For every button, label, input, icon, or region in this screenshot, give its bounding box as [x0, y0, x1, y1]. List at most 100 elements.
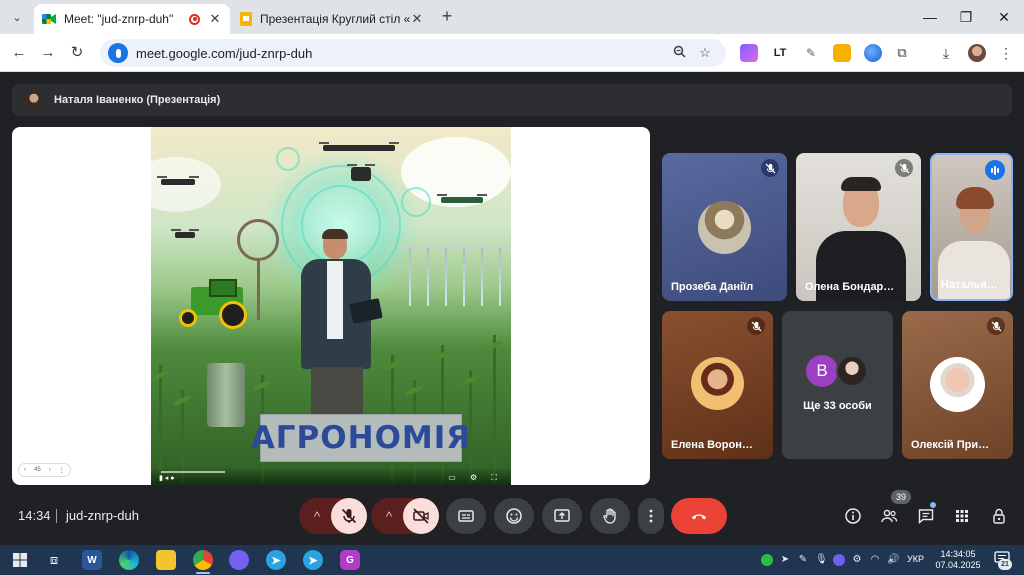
browser-tab-strip: ⌄ Meet: "jud-znrp-duh" ✕ Презентація Кру…: [0, 0, 1024, 34]
audio-options-chevron-icon[interactable]: ^: [307, 498, 327, 534]
task-view-icon[interactable]: ⧈: [44, 550, 64, 570]
extension-blue-dot-icon[interactable]: [864, 44, 882, 62]
reload-icon[interactable]: ↻: [66, 42, 88, 64]
irrigation-system: [401, 245, 511, 307]
speaking-indicator-icon: [985, 160, 1005, 180]
leave-call-button[interactable]: [671, 498, 727, 534]
mic-off-icon: [747, 317, 765, 335]
close-window-button[interactable]: ✕: [986, 6, 1022, 28]
captions-button[interactable]: [446, 498, 486, 534]
meeting-info-icon[interactable]: [842, 505, 864, 527]
wifi-icon[interactable]: ◠: [869, 554, 881, 566]
participant-tile-speaking[interactable]: Наталья…: [930, 153, 1013, 301]
video-options-chevron-icon[interactable]: ^: [379, 498, 399, 534]
omnibox[interactable]: meet.google.com/jud-znrp-duh ☆: [100, 39, 726, 67]
participant-avatar: [698, 201, 751, 254]
tray-viber-icon[interactable]: [833, 554, 845, 566]
tab-search-chevron-icon[interactable]: ⌄: [6, 6, 28, 28]
presenter-banner: Наталя Іваненко (Презентація): [12, 84, 1012, 116]
word-icon[interactable]: W: [82, 550, 102, 570]
mic-off-button[interactable]: [331, 498, 367, 534]
back-arrow-icon[interactable]: ←: [8, 42, 30, 64]
extension-pen-icon[interactable]: [740, 44, 758, 62]
zoom-more-icon[interactable]: ⋮: [59, 467, 65, 474]
meeting-code: jud-znrp-duh: [66, 508, 139, 523]
zoom-out-icon[interactable]: ‹: [24, 467, 26, 473]
participant-video-hair: [841, 177, 881, 191]
extension-lt-icon[interactable]: LT: [771, 44, 789, 62]
browser-menu-icon[interactable]: ⋮: [997, 44, 1015, 62]
tab-close-icon[interactable]: ✕: [410, 11, 424, 27]
canister: [207, 363, 245, 427]
more-avatar-initial: В: [806, 355, 838, 387]
participant-video-body: [938, 241, 1010, 299]
windows-start-icon[interactable]: [10, 550, 30, 570]
wind-turbine: [237, 219, 279, 320]
play-icon[interactable]: ▮ ◂ ●: [159, 474, 174, 482]
extension-note-icon[interactable]: [833, 44, 851, 62]
tray-clock-date: 07.04.2025: [935, 560, 981, 570]
more-options-button[interactable]: [638, 498, 664, 534]
chat-unread-dot: [930, 502, 936, 508]
chat-icon[interactable]: [915, 505, 937, 527]
camera-off-button[interactable]: [403, 498, 439, 534]
microphone-control: ^: [299, 498, 367, 534]
extensions-puzzle-icon[interactable]: ⧉: [893, 44, 911, 62]
download-icon[interactable]: ⤓: [937, 44, 955, 62]
url-text[interactable]: meet.google.com/jud-znrp-duh: [136, 46, 666, 61]
volume-icon[interactable]: 🔊: [887, 554, 899, 566]
telegram-icon[interactable]: ➤: [266, 550, 286, 570]
tray-settings-icon[interactable]: ⚙: [851, 554, 863, 566]
participant-tile[interactable]: Елена Ворон…: [662, 311, 773, 459]
emoji-reaction-button[interactable]: [494, 498, 534, 534]
drone: [319, 142, 399, 151]
restore-button[interactable]: ❐: [948, 6, 984, 28]
fullscreen-icon[interactable]: ▭ ⚙ ⛶: [448, 473, 503, 483]
raise-hand-button[interactable]: [590, 498, 630, 534]
participant-tile[interactable]: Прозеба Даніїл: [662, 153, 787, 301]
forward-arrow-icon[interactable]: →: [37, 42, 59, 64]
participant-tile[interactable]: Олена Бондар…: [796, 153, 921, 301]
slide-illustration: АГРОНОМІЯ ▮ ◂ ● ▭ ⚙ ⛶: [151, 127, 511, 485]
divider: [56, 509, 57, 523]
tray-clock[interactable]: 14:34:05 07.04.2025: [932, 549, 984, 571]
tray-microphone-icon[interactable]: 🎙: [815, 554, 828, 566]
telegram-icon-2[interactable]: ➤: [303, 550, 323, 570]
zoom-in-icon[interactable]: ›: [49, 467, 51, 473]
profile-avatar[interactable]: [968, 44, 986, 62]
edge-icon[interactable]: [119, 550, 139, 570]
tray-telegram-icon[interactable]: ➤: [779, 554, 791, 566]
participant-name: Наталья…: [941, 279, 998, 291]
more-participants-label: Ще 33 особи: [803, 400, 872, 412]
participant-tile[interactable]: Олексій При…: [902, 311, 1013, 459]
host-controls-lock-icon[interactable]: [988, 505, 1010, 527]
tray-green-icon[interactable]: [761, 554, 773, 566]
keyboard-language[interactable]: УКР: [907, 554, 924, 564]
windows-taskbar: ⧈ W ➤ ➤ G ➤ ✎ 🎙 ⚙ ◠ 🔊 УКР 14:34:05 07.04…: [0, 545, 1024, 575]
people-count-badge: 39: [891, 490, 911, 504]
slide-progress-bar[interactable]: [161, 471, 225, 473]
present-screen-button[interactable]: [542, 498, 582, 534]
app-g-icon[interactable]: G: [340, 550, 360, 570]
new-tab-button[interactable]: +: [436, 6, 458, 28]
tab-slides[interactable]: Презентація Круглий стіл «Мо ✕: [232, 4, 432, 34]
participant-name: Олексій При…: [911, 439, 990, 451]
more-participants-tile[interactable]: В Ще 33 особи: [782, 311, 893, 459]
minimize-button[interactable]: —: [912, 6, 948, 28]
file-explorer-icon[interactable]: [156, 550, 176, 570]
zoom-icon[interactable]: [666, 45, 692, 61]
hologram-ring: [276, 147, 300, 171]
more-avatar-photo: [836, 355, 868, 387]
people-icon[interactable]: [878, 505, 900, 527]
extension-brush-icon[interactable]: ✎: [802, 44, 820, 62]
tab-close-icon[interactable]: ✕: [208, 11, 222, 27]
viber-icon[interactable]: [229, 550, 249, 570]
tab-meet[interactable]: Meet: "jud-znrp-duh" ✕: [34, 4, 230, 34]
tray-pen-icon[interactable]: ✎: [797, 554, 809, 566]
site-info-mic-icon[interactable]: [108, 43, 128, 63]
chrome-icon[interactable]: [193, 550, 213, 570]
bookmark-star-icon[interactable]: ☆: [692, 45, 718, 61]
zoom-control[interactable]: ‹ 45 › ⋮: [18, 463, 71, 477]
participant-avatar: [691, 357, 744, 410]
activities-icon[interactable]: [951, 505, 973, 527]
